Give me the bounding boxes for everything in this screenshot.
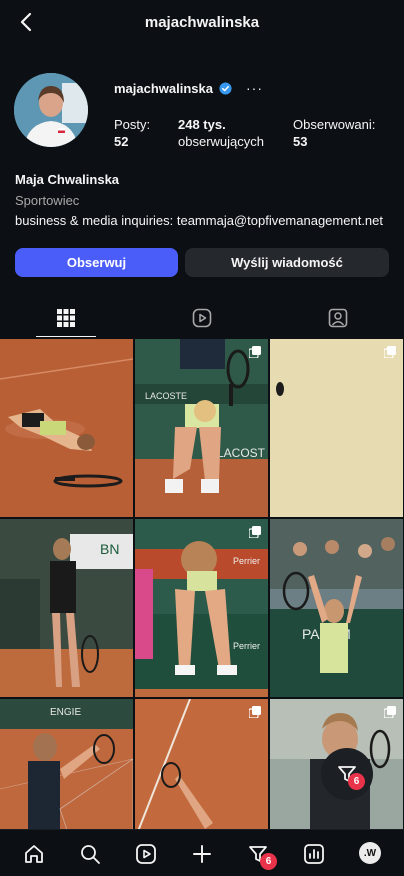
tab-reels[interactable] bbox=[172, 299, 232, 337]
post-thumbnail[interactable]: LACOSTE LACOST bbox=[135, 339, 268, 517]
reels-icon bbox=[192, 308, 212, 328]
post-thumbnail[interactable]: PANAM bbox=[270, 519, 403, 697]
search-icon bbox=[81, 845, 100, 864]
nav-filter[interactable]: 6 bbox=[246, 842, 277, 870]
tab-tagged[interactable] bbox=[308, 299, 368, 337]
back-button[interactable] bbox=[14, 10, 38, 34]
posts-label: Posty: bbox=[114, 117, 151, 132]
floating-filter-button[interactable]: 6 bbox=[321, 748, 373, 800]
svg-text:Perrier: Perrier bbox=[233, 641, 260, 651]
following-label: Obserwowani: bbox=[293, 117, 376, 132]
message-button[interactable]: Wyślij wiadomość bbox=[185, 248, 389, 277]
svg-text:ENGIE: ENGIE bbox=[50, 707, 81, 718]
follow-button[interactable]: Obserwuj bbox=[15, 248, 178, 277]
profile-avatar[interactable] bbox=[14, 73, 88, 147]
post-thumbnail[interactable] bbox=[270, 339, 403, 517]
svg-text:BN: BN bbox=[100, 541, 119, 557]
full-name: Maja Chwalinska bbox=[15, 172, 120, 187]
svg-text:LACOSTE: LACOSTE bbox=[145, 391, 187, 401]
followers-label: obserwujących bbox=[178, 134, 264, 149]
svg-text:Perrier: Perrier bbox=[233, 556, 260, 566]
bio-text: business & media inquiries: teammaja@top… bbox=[15, 213, 383, 228]
more-options-icon[interactable]: ··· bbox=[246, 80, 263, 96]
profile-tabs bbox=[0, 299, 404, 337]
post-thumbnail[interactable]: BN bbox=[0, 519, 133, 697]
nav-profile-avatar[interactable]: .W bbox=[359, 842, 381, 864]
notification-badge: 6 bbox=[348, 773, 365, 790]
posts-count: 52 bbox=[114, 134, 129, 149]
category-label: Sportowiec bbox=[15, 193, 80, 208]
verified-icon bbox=[219, 81, 232, 95]
stats-icon bbox=[304, 844, 324, 864]
reels-icon bbox=[136, 844, 156, 864]
multiple-posts-icon bbox=[249, 526, 261, 538]
nav-search[interactable] bbox=[78, 842, 102, 866]
following-count: 53 bbox=[293, 134, 308, 149]
nav-create[interactable] bbox=[190, 842, 214, 866]
page-title: majachwalinska bbox=[144, 13, 260, 31]
multiple-posts-icon bbox=[249, 706, 261, 718]
grid-icon bbox=[57, 308, 75, 327]
bottom-nav: 6 .W bbox=[0, 829, 404, 876]
post-thumbnail[interactable] bbox=[135, 699, 268, 829]
username: majachwalinska bbox=[114, 80, 213, 96]
nav-reels[interactable] bbox=[134, 842, 158, 866]
home-icon bbox=[25, 845, 43, 863]
followers-count: 248 tys. bbox=[178, 117, 226, 132]
plus-icon bbox=[193, 845, 211, 863]
nav-home[interactable] bbox=[22, 842, 46, 866]
nav-filter-badge: 6 bbox=[260, 853, 277, 870]
post-thumbnail[interactable]: ENGIE bbox=[0, 699, 133, 829]
post-thumbnail[interactable] bbox=[0, 339, 133, 517]
tab-posts-grid[interactable] bbox=[36, 299, 96, 337]
svg-text:LACOST: LACOST bbox=[217, 446, 266, 460]
multiple-posts-icon bbox=[249, 346, 261, 358]
username-row: majachwalinska ··· bbox=[114, 80, 263, 96]
multiple-posts-icon bbox=[384, 706, 396, 718]
posts-stat: Posty: 52 bbox=[114, 116, 150, 150]
tagged-icon bbox=[328, 308, 348, 328]
chevron-left-icon bbox=[20, 12, 32, 32]
top-bar: majachwalinska bbox=[0, 0, 404, 44]
multiple-posts-icon bbox=[384, 346, 396, 358]
followers-stat[interactable]: 248 tys. obserwujących bbox=[178, 116, 264, 150]
post-thumbnail[interactable]: Perrier Perrier bbox=[135, 519, 268, 697]
nav-stats[interactable] bbox=[302, 842, 326, 866]
following-stat[interactable]: Obserwowani: 53 bbox=[293, 116, 375, 150]
